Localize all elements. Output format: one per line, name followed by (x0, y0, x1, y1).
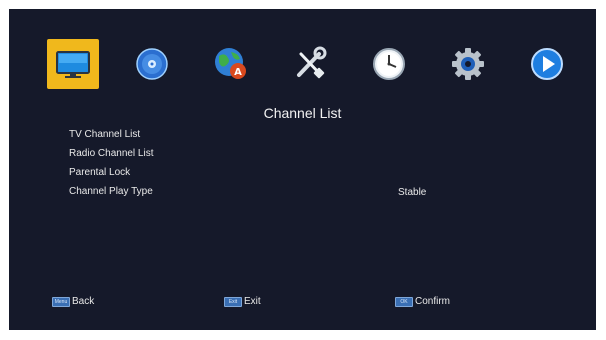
disc-icon (136, 48, 168, 80)
exit-label: Exit (244, 296, 261, 307)
menu-item-radio-channel-list[interactable]: Radio Channel List (69, 148, 154, 159)
back-hint[interactable]: Menu Back (52, 296, 94, 307)
tab-media[interactable] (126, 39, 178, 89)
footer-hints: Menu Back Exit Exit OK Confirm (9, 296, 596, 312)
tv-screen: A Channel List TV Channel List Radio Cha… (9, 9, 596, 330)
tools-icon (297, 46, 327, 79)
gear-icon (452, 48, 484, 80)
tab-media-player[interactable] (521, 39, 573, 89)
globe-language-icon: A (215, 48, 246, 79)
clock-icon (373, 48, 405, 80)
tab-time[interactable] (363, 39, 415, 89)
tab-settings[interactable] (442, 39, 494, 89)
menu-key-badge: Menu (52, 296, 70, 307)
page-title: Channel List (263, 105, 342, 121)
back-label: Back (72, 296, 95, 307)
tv-monitor-icon (56, 51, 90, 78)
tab-channel[interactable] (47, 39, 99, 89)
exit-key-badge: Exit (224, 296, 242, 307)
menu-item-tv-channel-list[interactable]: TV Channel List (69, 129, 140, 140)
confirm-hint[interactable]: OK Confirm (395, 296, 450, 307)
confirm-label: Confirm (415, 296, 451, 307)
channel-play-type-value[interactable]: Stable (398, 187, 426, 198)
exit-hint[interactable]: Exit Exit (224, 296, 261, 307)
svg-text:A: A (234, 67, 242, 78)
tab-tools[interactable] (284, 39, 336, 89)
menu-item-channel-play-type[interactable]: Channel Play Type (69, 186, 153, 197)
tab-language[interactable]: A (205, 39, 257, 89)
ok-key-badge: OK (395, 296, 413, 307)
play-icon (531, 48, 563, 80)
menu-item-parental-lock[interactable]: Parental Lock (69, 167, 130, 178)
